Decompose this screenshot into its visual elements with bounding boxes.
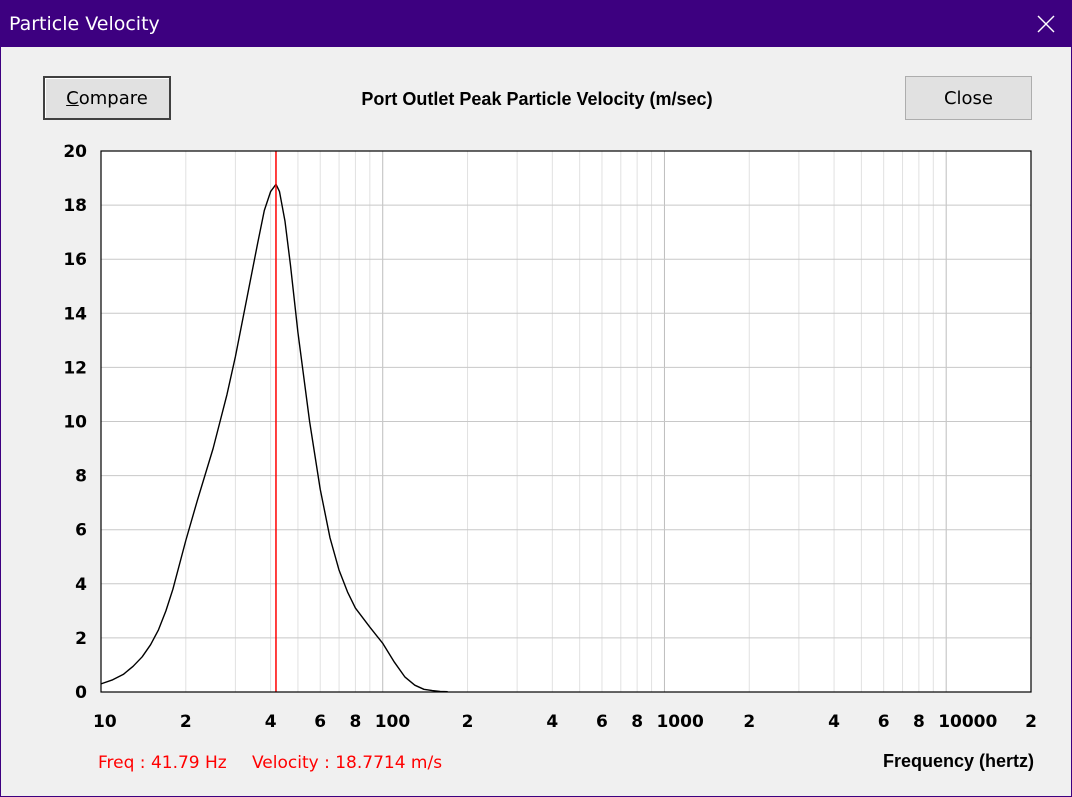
y-tick-label: 20 <box>63 142 87 162</box>
x-tick-label: 2 <box>462 712 474 732</box>
x-axis-label: Frequency (hertz) <box>882 751 1034 771</box>
y-tick-label: 8 <box>75 467 87 487</box>
y-tick-label: 14 <box>63 304 87 324</box>
y-tick-label: 18 <box>63 196 87 216</box>
x-tick-label: 4 <box>828 712 840 732</box>
freq-readout: Freq : 41.79 Hz <box>98 753 227 773</box>
x-tick-label: 8 <box>350 712 362 732</box>
close-x-icon <box>1037 15 1055 33</box>
x-tick-label: 4 <box>265 712 277 732</box>
y-tick-label: 0 <box>75 683 87 703</box>
close-window-button[interactable] <box>1021 1 1071 47</box>
y-tick-label: 4 <box>75 575 87 595</box>
velocity-readout: Velocity : 18.7714 m/s <box>252 753 443 773</box>
y-tick-label: 12 <box>63 358 87 378</box>
y-tick-label: 10 <box>63 413 87 433</box>
x-tick-label: 2 <box>1025 712 1037 732</box>
x-tick-label: 8 <box>631 712 643 732</box>
window-title: Particle Velocity <box>9 13 160 35</box>
y-tick-label: 6 <box>75 521 87 541</box>
x-tick-label: 4 <box>546 712 558 732</box>
x-tick-label: 8 <box>913 712 925 732</box>
x-tick-label: 6 <box>314 712 326 732</box>
x-tick-label: 6 <box>878 712 890 732</box>
particle-velocity-window: Particle Velocity Compare Port Outlet Pe… <box>0 0 1072 797</box>
x-tick-label: 10 <box>93 712 117 732</box>
x-tick-label: 2 <box>743 712 755 732</box>
x-tick-label: 100 <box>375 712 411 732</box>
x-tick-label: 2 <box>180 712 192 732</box>
x-tick-label: 10000 <box>938 712 997 732</box>
y-tick-label: 2 <box>75 629 87 649</box>
velocity-chart: 0 2 4 6 8 10 12 14 16 18 20 10 2 4 6 8 100 2 4 6 8 1000 2 4 6 8 10… <box>63 142 1037 732</box>
y-tick-label: 16 <box>63 250 87 270</box>
dialog-client-area: Compare Port Outlet Peak Particle Veloci… <box>1 47 1071 796</box>
x-tick-label: 1000 <box>656 712 703 732</box>
x-tick-label: 6 <box>596 712 608 732</box>
title-bar: Particle Velocity <box>1 1 1071 47</box>
